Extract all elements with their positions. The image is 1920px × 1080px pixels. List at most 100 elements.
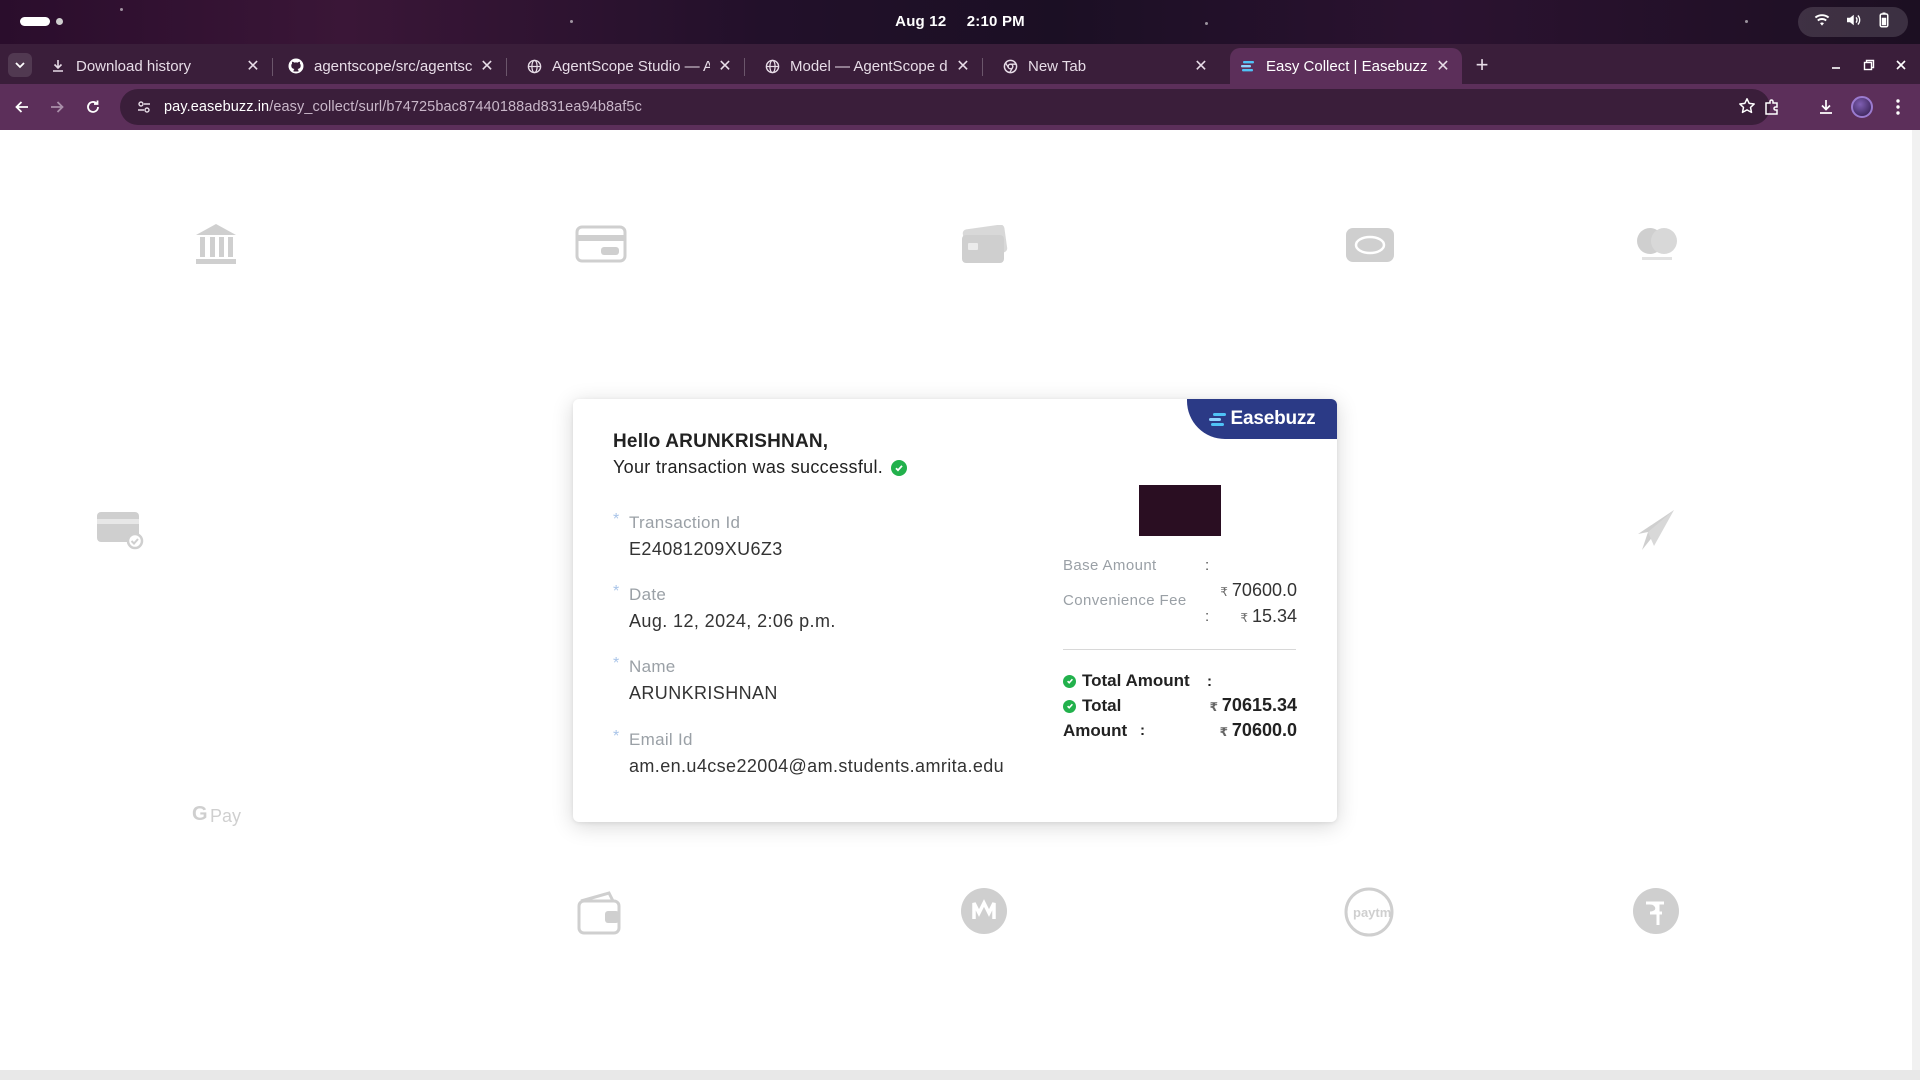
clock-date: Aug 12 [895,13,947,30]
name-label: Name [613,655,778,677]
globe-icon [526,58,542,74]
convenience-fee-colon: : [1205,608,1210,625]
profile-avatar[interactable] [1850,95,1874,119]
amount-label: Amount [1063,721,1127,741]
merchant-logo [1139,485,1221,536]
site-info-icon[interactable] [134,97,154,117]
volume-icon [1844,11,1862,34]
tab-easy-collect[interactable]: Easy Collect | Easebuzz ✕ [1230,48,1462,84]
rupay-card-icon [1344,226,1396,264]
os-top-bar: Aug 12 2:10 PM [0,0,1920,44]
tab-strip: Download history ✕ agentscope/src/agents… [0,44,1920,84]
new-tab-button[interactable]: + [1470,52,1494,77]
restore-icon[interactable] [1858,54,1880,76]
rupee-symbol: ₹ [1240,611,1248,625]
avatar [1851,96,1873,118]
url-text: pay.easebuzz.in/easy_collect/surl/b74725… [164,99,642,115]
status-text: Your transaction was successful. [613,457,884,477]
bookmark-star-icon[interactable] [1738,97,1758,117]
easebuzz-icon [1240,58,1256,74]
success-check-icon [891,459,908,476]
card-checked-icon [95,510,145,550]
brand-name: Easebuzz [1230,408,1316,429]
date-label: Date [613,583,836,605]
tab-agentscope-studio[interactable]: AgentScope Studio — Ag ✕ [516,48,745,84]
transaction-id-value: E24081209XU6Z3 [629,539,783,559]
date-field: Date Aug. 12, 2024, 2:06 p.m. [613,583,836,632]
greeting: Hello ARUNKRISHNAN, [613,431,829,452]
rupee-symbol: ₹ [1209,700,1218,714]
convenience-fee-number: 15.34 [1251,606,1297,626]
close-icon[interactable]: ✕ [1434,57,1452,75]
amount-label-text: Amount [1063,721,1128,740]
total-amount-number: 70615.34 [1221,695,1297,715]
success-check-icon [1063,699,1076,713]
total-amount-colon: : [1207,673,1212,690]
window-close-icon[interactable] [1890,54,1912,76]
minimize-icon[interactable] [1825,54,1847,76]
close-icon[interactable]: ✕ [244,57,262,75]
forward-button[interactable] [45,95,69,119]
base-amount-label: Base Amount [1063,557,1157,574]
back-button[interactable] [10,95,34,119]
download-icon [50,58,66,74]
send-arrow-icon [1636,508,1676,552]
email-field: Email Id am.en.u4cse22004@am.students.am… [613,728,1004,777]
status-message: Your transaction was successful. [613,457,908,478]
divider [1063,649,1296,650]
kebab-menu-icon [1896,99,1900,115]
total-label-text: Total [1082,696,1122,715]
tab-title: Download history [76,57,192,75]
total-amount-label-text: Total Amount [1082,671,1190,690]
wallet-icon [575,887,625,937]
tab-title: New Tab [1028,57,1087,75]
tab-title: Model — AgentScope do [790,57,948,75]
close-icon[interactable]: ✕ [478,57,496,75]
mastercard-icon [1632,224,1682,264]
date-value: Aug. 12, 2024, 2:06 p.m. [629,611,836,631]
svg-text:Pay: Pay [210,806,241,826]
globe-icon [764,58,780,74]
arrow-right-icon [51,101,64,113]
convenience-fee-value: ₹15.34 [1223,606,1297,627]
url-path: /easy_collect/surl/b74725bac87440188ad83… [269,99,642,115]
clock[interactable]: Aug 12 2:10 PM [0,13,1920,30]
transaction-id-field: Transaction Id E24081209XU6Z3 [613,511,783,560]
rupee-symbol: ₹ [1219,725,1228,739]
address-bar[interactable]: pay.easebuzz.in/easy_collect/surl/b74725… [120,89,1770,125]
tab-title: Easy Collect | Easebuzz [1266,57,1428,75]
tab-search-button[interactable] [8,53,32,77]
debit-card-icon [960,225,1008,265]
close-icon[interactable]: ✕ [954,57,972,75]
easebuzz-logo: Easebuzz [1187,399,1337,439]
extensions-icon[interactable] [1760,95,1784,119]
bank-icon [192,221,240,267]
horizontal-scrollbar[interactable] [0,1070,1920,1080]
total-label: Total [1063,696,1121,716]
transaction-id-label: Transaction Id [613,511,783,533]
tab-model-docs[interactable]: Model — AgentScope do ✕ [754,48,983,84]
paytm-icon: paytm [1344,887,1394,937]
base-amount-number: 70600.0 [1231,580,1297,600]
downloads-icon[interactable] [1814,95,1838,119]
success-check-icon [1063,674,1076,688]
wifi-icon [1813,11,1831,34]
reload-button[interactable] [81,95,105,119]
close-icon[interactable]: ✕ [716,57,734,75]
svg-text:G: G [192,803,208,825]
rupee-symbol: ₹ [1220,585,1228,599]
close-icon[interactable]: ✕ [1192,57,1210,75]
system-tray[interactable] [1798,7,1908,37]
tab-github[interactable]: agentscope/src/agentsco ✕ [278,48,507,84]
browser-toolbar: pay.easebuzz.in/easy_collect/surl/b74725… [0,84,1920,130]
github-icon [288,58,304,74]
tab-title: agentscope/src/agentsco [314,57,472,75]
menu-button[interactable] [1886,95,1910,119]
amount-number: 70600.0 [1231,720,1297,740]
vertical-scrollbar[interactable] [1912,130,1920,1070]
tab-new-tab[interactable]: New Tab ✕ [992,48,1220,84]
google-pay-icon: G Pay [190,800,246,828]
convenience-fee-label: Convenience Fee [1063,592,1187,609]
wallpaper-star [120,8,123,11]
tab-download-history[interactable]: Download history ✕ [40,48,273,84]
